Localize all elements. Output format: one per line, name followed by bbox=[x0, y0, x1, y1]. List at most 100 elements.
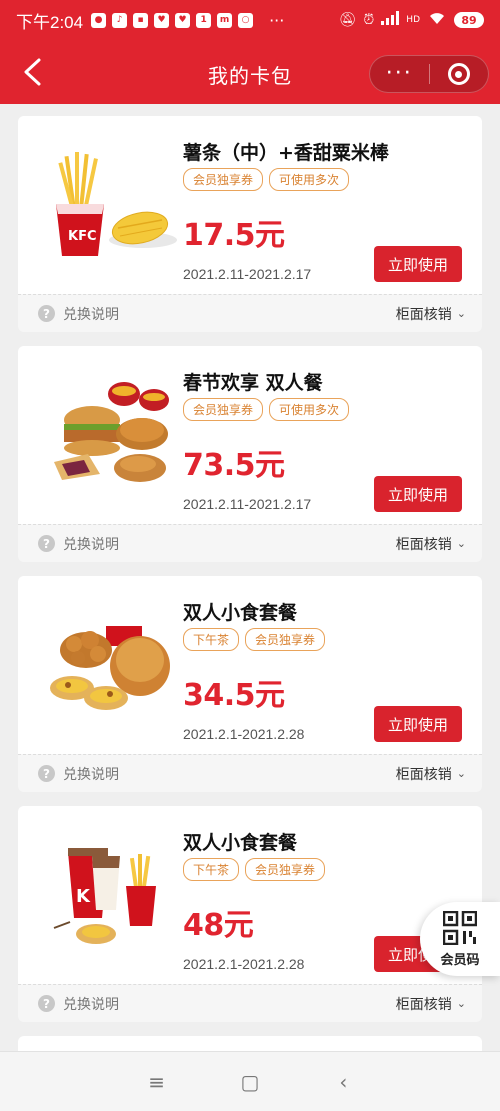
search-app-icon: ○ bbox=[238, 12, 254, 28]
counter-redeem-toggle[interactable]: 柜面核销 ⌄ bbox=[396, 994, 466, 1014]
chevron-down-icon: ⌄ bbox=[456, 997, 466, 1010]
battery-level: 89 bbox=[461, 13, 477, 27]
coupon-card: K 双人小食套餐 下午茶 会员独享券 48元 2021.2.1-2021.2.2… bbox=[18, 806, 482, 1022]
wifi-icon bbox=[427, 11, 447, 29]
chevron-down-icon: ⌄ bbox=[456, 307, 466, 320]
status-app-icons: ● ♪ ▪ ♥ ♥ 1 m ○ ··· bbox=[91, 11, 284, 30]
battery-icon: 89 bbox=[454, 12, 484, 28]
coupon-tags: 会员独享券 可使用多次 bbox=[183, 398, 350, 421]
counter-redeem-label: 柜面核销 bbox=[395, 306, 452, 323]
coupon-title: 薯条（中）+香甜粟米棒 bbox=[183, 142, 389, 164]
coupon-title: 双人小食套餐 bbox=[183, 602, 298, 624]
coupon-footer: ? 兑换说明 柜面核销 ⌄ bbox=[18, 524, 482, 562]
home-icon[interactable]: ▢ bbox=[235, 1070, 265, 1094]
counter-redeem-label: 柜面核销 bbox=[395, 996, 452, 1013]
close-miniprogram-button[interactable] bbox=[430, 63, 489, 85]
mi-icon: m bbox=[217, 12, 233, 28]
coupon-price: 34.5元 bbox=[183, 678, 285, 713]
coupon-price: 17.5元 bbox=[183, 218, 285, 253]
coupon-tags: 下午茶 会员独享券 bbox=[183, 628, 326, 651]
use-now-button[interactable]: 立即使用 bbox=[374, 246, 462, 282]
coupon-validity: 2021.2.1-2021.2.28 bbox=[183, 956, 305, 972]
coupon-tag: 会员独享券 bbox=[245, 628, 326, 651]
mini-program-capsule: ··· bbox=[369, 55, 489, 93]
tiktok-icon: ♪ bbox=[112, 12, 128, 28]
signal-icon bbox=[381, 11, 400, 29]
coupon-card: 双人小食套餐 下午茶 会员独享券 34.5元 2021.2.1-2021.2.2… bbox=[18, 576, 482, 792]
coupon-tag: 可使用多次 bbox=[269, 398, 350, 421]
coupon-tag: 会员独享券 bbox=[183, 398, 264, 421]
use-now-button[interactable]: 立即使用 bbox=[374, 706, 462, 742]
coupon-title: 双人小食套餐 bbox=[183, 832, 298, 854]
question-icon: ? bbox=[38, 535, 55, 552]
nav-header: 我的卡包 ··· bbox=[0, 40, 500, 104]
qr-code-icon bbox=[443, 910, 477, 945]
counter-redeem-label: 柜面核销 bbox=[395, 766, 452, 783]
coupon-footer: ? 兑换说明 柜面核销 ⌄ bbox=[18, 984, 482, 1022]
status-bar: 下午2:04 ● ♪ ▪ ♥ ♥ 1 m ○ ··· 🔕︎ ⏰︎ HD 89 bbox=[0, 0, 500, 40]
status-more: ··· bbox=[269, 10, 285, 30]
coupon-price: 48元 bbox=[183, 908, 254, 943]
one-icon: 1 bbox=[196, 12, 212, 28]
coupon-validity: 2021.2.1-2021.2.28 bbox=[183, 726, 305, 742]
redeem-instructions-link[interactable]: 兑换说明 bbox=[63, 764, 119, 784]
coupon-list: KFC 薯条（中）+香甜粟米棒 会员独享券 可使用多次 17.5元 2021.2… bbox=[18, 116, 482, 1090]
coupon-card-main[interactable]: KFC 薯条（中）+香甜粟米棒 会员独享券 可使用多次 17.5元 2021.2… bbox=[18, 116, 482, 294]
question-icon: ? bbox=[38, 305, 55, 322]
coupon-card: 春节欢享 双人餐 会员独享券 可使用多次 73.5元 2021.2.11-202… bbox=[18, 346, 482, 562]
chat-bubble-icon: ● bbox=[91, 12, 107, 28]
member-code-label: 会员码 bbox=[440, 952, 480, 968]
drinks-fries-tart-image: K bbox=[48, 838, 178, 950]
coupon-tag: 下午茶 bbox=[183, 628, 240, 651]
counter-redeem-toggle[interactable]: 柜面核销 ⌄ bbox=[396, 534, 466, 554]
more-button[interactable]: ··· bbox=[370, 56, 429, 92]
coupon-card-main[interactable]: 双人小食套餐 下午茶 会员独享券 34.5元 2021.2.1-2021.2.2… bbox=[18, 576, 482, 754]
coupon-validity: 2021.2.11-2021.2.17 bbox=[183, 496, 312, 512]
coupon-footer: ? 兑换说明 柜面核销 ⌄ bbox=[18, 754, 482, 792]
chevron-down-icon: ⌄ bbox=[456, 767, 466, 780]
coupon-tags: 下午茶 会员独享券 bbox=[183, 858, 326, 881]
svg-text:KFC: KFC bbox=[68, 229, 97, 244]
shop-icon: ▪ bbox=[133, 12, 149, 28]
coupon-tag: 下午茶 bbox=[183, 858, 240, 881]
network-label: HD bbox=[406, 15, 420, 25]
coupon-card-main[interactable]: K 双人小食套餐 下午茶 会员独享券 48元 2021.2.1-2021.2.2… bbox=[18, 806, 482, 984]
coupon-tag: 会员独享券 bbox=[245, 858, 326, 881]
hd-signal-icon: HD bbox=[406, 15, 420, 25]
question-icon: ? bbox=[38, 765, 55, 782]
status-time: 下午2:04 bbox=[16, 12, 84, 32]
redeem-instructions-link[interactable]: 兑换说明 bbox=[63, 994, 119, 1014]
coupon-tag: 会员独享券 bbox=[183, 168, 264, 191]
mute-icon: 🔕︎ bbox=[338, 12, 357, 28]
redeem-instructions-link[interactable]: 兑换说明 bbox=[63, 534, 119, 554]
member-code-button[interactable]: 会员码 bbox=[420, 902, 500, 976]
redeem-instructions-link[interactable]: 兑换说明 bbox=[63, 304, 119, 324]
use-now-button[interactable]: 立即使用 bbox=[374, 476, 462, 512]
coupon-validity: 2021.2.11-2021.2.17 bbox=[183, 266, 312, 282]
fries-corn-image: KFC bbox=[48, 148, 178, 260]
menu-icon[interactable]: ≡ bbox=[142, 1070, 172, 1094]
coupon-title: 春节欢享 双人餐 bbox=[183, 372, 323, 394]
svg-text:K: K bbox=[76, 886, 91, 907]
chicken-tarts-image bbox=[48, 608, 178, 720]
counter-redeem-toggle[interactable]: 柜面核销 ⌄ bbox=[396, 304, 466, 324]
counter-redeem-toggle[interactable]: 柜面核销 ⌄ bbox=[396, 764, 466, 784]
coupon-tag: 可使用多次 bbox=[269, 168, 350, 191]
coupon-card-main[interactable]: 春节欢享 双人餐 会员独享券 可使用多次 73.5元 2021.2.11-202… bbox=[18, 346, 482, 524]
question-icon: ? bbox=[38, 995, 55, 1012]
back-icon[interactable]: ‹ bbox=[328, 1070, 358, 1094]
system-nav-bar: ≡ ▢ ‹ bbox=[0, 1051, 500, 1111]
heart-app-icon: ♥ bbox=[175, 12, 191, 28]
coupon-card: KFC 薯条（中）+香甜粟米棒 会员独享券 可使用多次 17.5元 2021.2… bbox=[18, 116, 482, 332]
heart-app-icon: ♥ bbox=[154, 12, 170, 28]
target-icon bbox=[447, 63, 470, 85]
status-right: 🔕︎ ⏰︎ HD 89 bbox=[339, 11, 484, 29]
screen: 下午2:04 ● ♪ ▪ ♥ ♥ 1 m ○ ··· 🔕︎ ⏰︎ HD 89 我… bbox=[0, 0, 500, 1111]
counter-redeem-label: 柜面核销 bbox=[395, 536, 452, 553]
coupon-price: 73.5元 bbox=[183, 448, 285, 483]
burger-meal-image bbox=[48, 378, 178, 490]
coupon-tags: 会员独享券 可使用多次 bbox=[183, 168, 350, 191]
coupon-footer: ? 兑换说明 柜面核销 ⌄ bbox=[18, 294, 482, 332]
chevron-down-icon: ⌄ bbox=[456, 537, 466, 550]
alarm-icon: ⏰︎ bbox=[363, 12, 375, 28]
